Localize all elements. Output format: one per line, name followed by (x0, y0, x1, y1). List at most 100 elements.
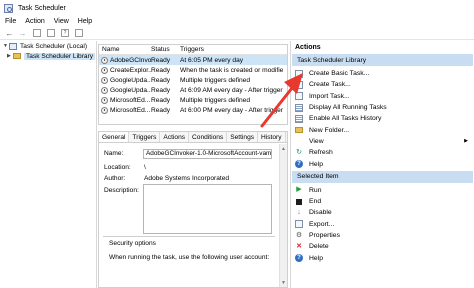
table-row[interactable]: AdobeGCInvo...Ready At 6:05 PM every day (99, 55, 287, 65)
task-details-pane: General Triggers Actions Conditions Sett… (98, 131, 288, 288)
action-help[interactable]: ? Help (291, 252, 474, 263)
tab-actions[interactable]: Actions (160, 132, 190, 142)
task-list: Name Status Triggers AdobeGCInvo...Ready… (98, 44, 288, 125)
library-actions-list: Create Basic Task... Create Task... Import… (291, 68, 474, 170)
column-header-name[interactable]: Name (99, 46, 151, 53)
action-properties[interactable]: ⚙ Properties (291, 230, 474, 241)
disable-icon: ↓ (297, 208, 301, 216)
back-arrow-icon[interactable]: ← (4, 28, 15, 38)
table-row[interactable]: CreateExplor... Ready When the task is cre… (99, 65, 287, 75)
section-header-selected-item[interactable]: Selected Item (292, 170, 473, 183)
table-row[interactable]: MicrosoftEd... Ready Multiple triggers def… (99, 95, 287, 105)
action-label: Create Basic Task... (309, 70, 370, 78)
description-label: Description: (104, 187, 139, 194)
task-scheduler-icon (9, 42, 17, 50)
action-end[interactable]: End (291, 196, 474, 207)
import-task-icon (295, 92, 303, 101)
actions-title: Actions (295, 43, 321, 51)
location-label: Location: (104, 164, 131, 171)
author-label: Author: (104, 175, 126, 182)
history-icon (295, 114, 303, 123)
action-label: Run (309, 186, 322, 194)
tab-general[interactable]: General (99, 132, 130, 142)
action-disable[interactable]: ↓ Disable (291, 207, 474, 218)
task-name-text: GoogleUpda... (110, 86, 151, 94)
action-label: New Folder... (309, 126, 350, 134)
table-row[interactable]: GoogleUpda... Ready At 6:09 AM every day -… (99, 85, 287, 95)
tab-settings[interactable]: Settings (227, 132, 259, 142)
refresh-icon: ↻ (296, 148, 302, 156)
tab-history[interactable]: History (258, 132, 286, 142)
running-tasks-icon (295, 103, 303, 112)
task-clock-icon (101, 96, 108, 104)
column-header-triggers[interactable]: Triggers (180, 46, 285, 53)
create-task-icon (295, 80, 303, 89)
task-name-cell: GoogleUpda... (99, 76, 151, 84)
menu-file[interactable]: File (5, 18, 16, 25)
table-row[interactable]: GoogleUpda... Ready Multiple triggers defi… (99, 75, 287, 85)
action-display-all-running-tasks[interactable]: Display All Running Tasks (291, 102, 474, 113)
menu-action[interactable]: Action (25, 18, 44, 25)
task-name-cell: GoogleUpda... (99, 86, 151, 94)
scroll-down-icon[interactable]: ▼ (281, 280, 286, 286)
help-icon: ? (295, 160, 303, 169)
task-clock-icon (101, 56, 108, 64)
action-label: Create Task... (309, 81, 351, 89)
menu-help[interactable]: Help (78, 18, 92, 25)
tree-item-label: Task Scheduler Library (24, 52, 96, 60)
action-enable-all-tasks-history[interactable]: Enable All Tasks History (291, 113, 474, 124)
task-status-cell: Ready (151, 96, 171, 104)
action-view[interactable]: View ▶ (291, 136, 474, 147)
table-row[interactable]: MicrosoftEd... Ready At 6:00 PM every day … (99, 105, 287, 115)
folder-icon (13, 53, 21, 59)
menu-view[interactable]: View (54, 18, 69, 25)
column-header-status[interactable]: Status (151, 46, 180, 53)
action-label: Display All Running Tasks (309, 104, 387, 112)
task-name-cell: AdobeGCInvo... (99, 56, 151, 64)
task-status-cell: Ready (151, 106, 171, 114)
details-scrollbar[interactable]: ▲ ▼ (279, 144, 287, 287)
action-label: End (309, 198, 322, 206)
tab-triggers[interactable]: Triggers (129, 132, 161, 142)
task-name-text: AdobeGCInvo... (110, 56, 151, 64)
action-export[interactable]: Export... (291, 219, 474, 230)
action-create-task[interactable]: Create Task... (291, 79, 474, 90)
security-options-legend: Security options (109, 240, 156, 247)
action-label: Help (309, 160, 323, 168)
tree-item-task-scheduler-library[interactable]: ▶ Task Scheduler Library (0, 51, 96, 61)
action-create-basic-task[interactable]: Create Basic Task... (291, 68, 474, 79)
tab-conditions[interactable]: Conditions (189, 132, 228, 142)
task-status-cell: Ready (151, 76, 171, 84)
tree-item-task-scheduler-local[interactable]: ▼ Task Scheduler (Local) (0, 41, 96, 51)
action-refresh[interactable]: ↻ Refresh (291, 147, 474, 158)
help-icon: ? (295, 254, 303, 263)
action-help[interactable]: ? Help (291, 158, 474, 169)
delete-icon: ✕ (296, 242, 302, 250)
action-import-task[interactable]: Import Task... (291, 91, 474, 102)
create-basic-task-icon (295, 69, 303, 78)
forward-arrow-icon[interactable]: → (17, 28, 28, 38)
window-title: Task Scheduler (18, 4, 66, 12)
action-delete[interactable]: ✕ Delete (291, 241, 474, 252)
task-name-field[interactable]: AdobeGCInvoker-1.0-MicrosoftAccount-vams… (143, 149, 272, 159)
action-pane-toolbar-icon[interactable] (75, 29, 83, 37)
section-header-task-scheduler-library[interactable]: Task Scheduler Library (292, 54, 473, 66)
scroll-up-icon[interactable]: ▲ (281, 146, 286, 152)
help-toolbar-icon[interactable]: ? (61, 29, 69, 37)
show-hide-console-tree-icon[interactable] (33, 29, 41, 37)
actions-pane: Actions Task Scheduler Library Create Ba… (290, 41, 474, 288)
end-icon (296, 198, 302, 205)
task-clock-icon (101, 66, 108, 74)
new-folder-icon (295, 127, 303, 134)
properties-toolbar-icon[interactable] (47, 29, 55, 37)
task-scheduler-app-icon (4, 3, 13, 13)
task-trigger-cell: Multiple triggers defined (180, 76, 251, 84)
action-label: Properties (309, 232, 340, 239)
description-field[interactable] (143, 184, 272, 234)
action-new-folder[interactable]: New Folder... (291, 124, 474, 135)
task-name-text: GoogleUpda... (110, 76, 151, 84)
action-run[interactable]: ▶ Run (291, 185, 474, 196)
task-clock-icon (101, 106, 108, 114)
task-rows: AdobeGCInvo...ReadyAt 6:05 PM every dayC… (99, 55, 287, 115)
task-clock-icon (101, 86, 108, 94)
